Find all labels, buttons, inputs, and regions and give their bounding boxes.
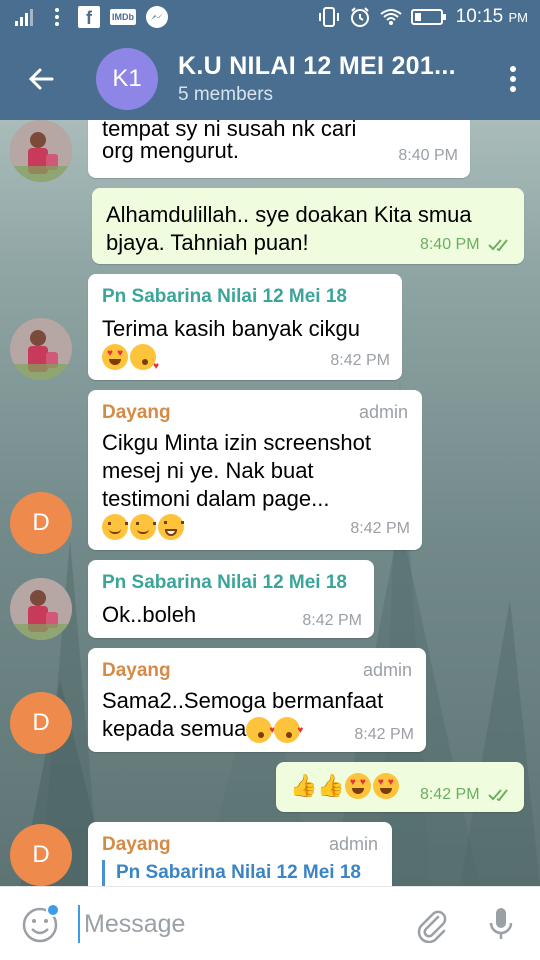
message-time: 8:40 PM [420,236,512,254]
smile-emoji-icon [130,514,156,540]
sender-name[interactable]: Pn Sabarina Nilai 12 Mei 18 [102,286,347,308]
message-time: 8:42 PM [354,726,414,743]
more-dots-icon [46,6,68,28]
attach-button[interactable] [412,905,450,944]
kiss-emoji-icon [274,716,303,745]
facebook-icon: f [78,6,100,28]
heart-eyes-emoji-icon [344,773,371,799]
user-photo [10,578,72,640]
message-time: 8:42 PM [420,786,512,804]
message-bubble[interactable]: tempat sy ni susah nk cari org mengurut.… [88,120,470,178]
emoji-row [102,514,186,540]
message-time: 8:40 PM [398,147,458,164]
emoji-row [102,344,159,372]
messenger-icon [146,6,168,28]
sender-name[interactable]: Dayang [102,660,171,682]
notification-dot [46,903,60,917]
sender-name[interactable]: Dayang [102,834,171,856]
mic-button[interactable] [484,905,518,943]
avatar[interactable] [10,578,72,640]
reply-sender-name[interactable]: Pn Sabarina Nilai 12 Mei 18 [116,862,361,884]
avatar[interactable]: D [10,824,72,886]
signal-icon [14,6,36,28]
status-left-icons: f IMDb [14,6,168,28]
message-input-bar [0,886,540,960]
message-bubble[interactable]: Dayang admin Sama2..Semoga bermanfaat ke… [88,648,426,752]
admin-badge: admin [358,402,408,422]
avatar[interactable]: D [10,492,72,554]
chat-area[interactable]: tempat sy ni susah nk cari org mengurut.… [0,120,540,886]
message-text: mesej ni ye. Nak buat [102,458,314,483]
avatar[interactable] [10,120,72,182]
message-time: 8:42 PM [350,520,410,537]
back-button[interactable] [24,62,58,96]
message-bubble[interactable]: Dayang admin Pn Sabarina Nilai 12 Mei 18 [88,822,392,886]
thumbs-up-emoji-icon: 👍 [290,773,318,798]
message-text: bjaya. Tahniah puan! [106,230,309,255]
group-title[interactable]: K.U NILAI 12 MEI 201... [178,52,468,81]
arrow-left-icon [28,68,54,90]
heart-eyes-emoji-icon [372,773,399,799]
avatar[interactable]: D [10,692,72,754]
battery-icon [410,6,447,28]
sender-name[interactable]: Pn Sabarina Nilai 12 Mei 18 [102,572,347,594]
mic-icon [489,908,513,939]
message-text: testimoni dalam page... [102,486,330,511]
message-text: kepada semua [102,714,303,745]
message-text: Terima kasih banyak cikgu [102,316,361,341]
message-text: org mengurut. [102,138,239,163]
kiss-emoji-icon [130,344,159,372]
message-time: 8:42 PM [302,612,362,629]
message-text: Cikgu Minta izin screenshot [102,430,372,455]
emoji-row: 👍👍 [290,773,401,799]
reply-indicator [102,860,105,886]
status-bar: f IMDb 10:15 PM [0,0,540,36]
group-avatar[interactable]: K1 [96,48,158,110]
thumbs-up-emoji-icon: 👍 [317,773,345,798]
message-bubble[interactable]: 👍👍 8:42 PM [276,762,524,812]
chat-header: K1 K.U NILAI 12 MEI 201... 5 members [0,36,540,120]
admin-badge: admin [362,660,412,680]
sender-name[interactable]: Dayang [102,402,171,424]
imdb-icon: IMDb [110,9,136,25]
read-ticks-icon [488,239,508,252]
message-bubble[interactable]: Pn Sabarina Nilai 12 Mei 18 Ok..boleh 8:… [88,560,374,638]
message-text: Alhamdulillah.. sye doakan Kita smua [106,202,472,227]
admin-badge: admin [328,834,378,854]
user-photo [10,318,72,380]
message-text: Ok..boleh [102,602,197,627]
heart-eyes-emoji-icon [102,344,128,370]
kiss-emoji-icon [246,716,275,745]
message-time: 8:42 PM [330,352,390,369]
message-bubble[interactable]: Pn Sabarina Nilai 12 Mei 18 Terima kasih… [88,274,402,380]
clock: 10:15 PM [455,6,528,27]
message-bubble[interactable]: Dayang admin Cikgu Minta izin screenshot… [88,390,422,550]
alarm-icon [349,6,371,28]
menu-button[interactable] [506,64,520,94]
message-input[interactable] [78,905,378,943]
vibrate-icon [318,6,340,28]
attach-icon [417,910,447,944]
read-ticks-icon [488,789,508,802]
member-count: 5 members [178,84,274,105]
user-photo [10,120,72,182]
status-right-icons: 10:15 PM [318,6,528,28]
message-bubble[interactable]: Alhamdulillah.. sye doakan Kita smua bja… [92,188,524,264]
grin-emoji-icon [158,514,184,540]
avatar[interactable] [10,318,72,380]
smile-emoji-icon [102,514,128,540]
message-text: Sama2..Semoga bermanfaat [102,688,384,713]
wifi-icon [380,6,402,28]
more-vertical-icon [510,66,516,92]
